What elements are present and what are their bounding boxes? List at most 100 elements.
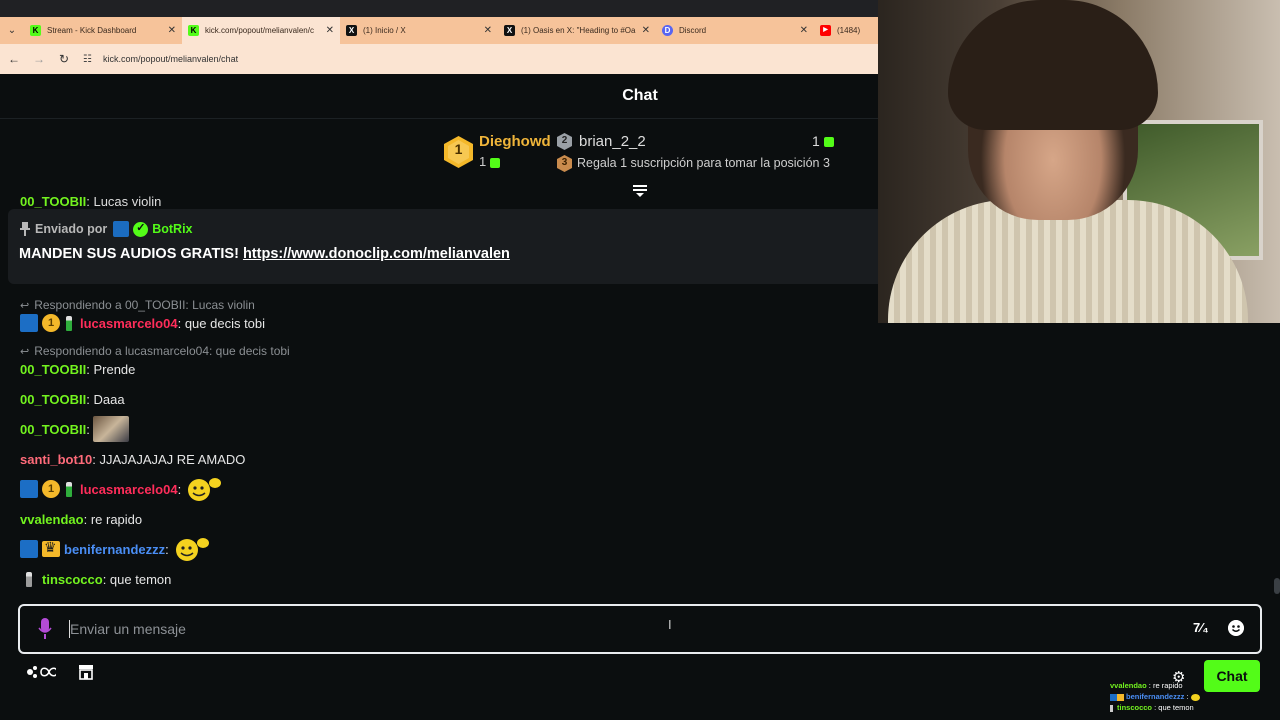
moderator-sword-icon — [20, 314, 38, 332]
bottle-badge-icon — [1110, 704, 1113, 712]
text-caret — [69, 620, 70, 638]
x-favicon-icon: X — [504, 25, 515, 36]
pinned-sender[interactable]: BotRix — [152, 222, 192, 236]
close-icon[interactable]: ✕ — [484, 25, 492, 36]
rank-3-number: 3 — [561, 157, 568, 168]
bottle-badge-icon — [66, 481, 72, 497]
microphone-icon[interactable] — [38, 618, 52, 640]
wave-emote-icon[interactable] — [185, 475, 223, 503]
wave-emote-icon[interactable] — [173, 535, 211, 563]
tab-title: Discord — [679, 26, 707, 35]
pinned-label: Enviado por — [35, 222, 108, 236]
rank-3-prompt[interactable]: Regala 1 suscripción para tomar la posic… — [577, 156, 830, 170]
forward-arrow-icon[interactable]: → — [28, 52, 50, 66]
message-username[interactable]: lucasmarcelo04 — [80, 316, 178, 331]
overlay-text: que temon — [1158, 703, 1194, 712]
url-field[interactable]: ☷ kick.com/popout/melianvalen/chat — [83, 48, 878, 70]
tab-search-chevron-icon[interactable]: ⌄ — [0, 17, 24, 44]
rank-1-number: 1 — [454, 141, 463, 157]
tab-kick-dashboard[interactable]: K Stream - Kick Dashboard ✕ — [24, 17, 182, 44]
gift-count: 1 — [812, 133, 820, 149]
close-icon[interactable]: ✕ — [800, 25, 808, 36]
tab-title: (1) Oasis en X: "Heading to #Oa — [521, 26, 636, 35]
message-username[interactable]: benifernandezzz — [64, 542, 165, 557]
chat-message: tinscocco: que temon — [20, 569, 171, 589]
message-username[interactable]: 00_TOOBII — [20, 392, 86, 407]
subscriber-badge-icon: 1 — [42, 314, 60, 332]
tab-title: kick.com/popout/melianvalen/c — [205, 26, 314, 35]
reply-context[interactable]: ↩ Respondiendo a lucasmarcelo04: que deci… — [20, 344, 290, 358]
image-emote[interactable] — [92, 416, 129, 442]
url-text: kick.com/popout/melianvalen/chat — [103, 54, 239, 64]
message-username[interactable]: 00_TOOBII — [20, 362, 86, 377]
moderator-sword-icon — [113, 221, 130, 237]
close-icon[interactable]: ✕ — [168, 25, 176, 36]
close-icon[interactable]: ✕ — [326, 25, 334, 36]
moderator-sword-icon — [20, 540, 38, 558]
chat-header-title: Chat — [622, 87, 658, 104]
tab-discord[interactable]: D Discord ✕ — [656, 17, 814, 44]
stream-chat-overlay: vvalendao : re rapido benifernandezzz : … — [1110, 680, 1200, 713]
message-username[interactable]: santi_bot10 — [20, 452, 92, 467]
pinned-header: Enviado por BotRix — [20, 221, 193, 237]
back-arrow-icon[interactable]: ← — [3, 52, 25, 66]
emoji-picker-icon[interactable] — [1228, 620, 1244, 636]
close-icon[interactable]: ✕ — [642, 25, 650, 36]
crown-badge-icon — [42, 539, 60, 557]
site-settings-icon[interactable]: ☷ — [83, 54, 97, 65]
pinned-text-body: MANDEN SUS AUDIOS GRATIS! — [19, 246, 239, 262]
reload-icon[interactable]: ↻ — [53, 52, 75, 66]
chat-app-lower — [0, 323, 1280, 720]
moderator-sword-icon — [20, 480, 38, 498]
tab-kick-chat[interactable]: K kick.com/popout/melianvalen/c ✕ — [182, 17, 340, 44]
kick-favicon-icon: K — [188, 25, 199, 36]
verified-icon — [133, 221, 149, 237]
overlay-username: tinscocco — [1117, 703, 1153, 712]
chat-message: 00_TOOBII: Prende — [20, 361, 136, 377]
message-username[interactable]: vvalendao — [20, 512, 84, 527]
reply-arrow-icon: ↩ — [20, 299, 30, 312]
crown-badge-icon — [1117, 693, 1124, 701]
chat-message: 1 lucasmarcelo04: — [20, 478, 223, 501]
top-gifter-name[interactable]: Dieghowd — [479, 133, 551, 150]
chat-message: 00_TOOBII: Daaa — [20, 391, 125, 407]
tab-strip: ⌄ K Stream - Kick Dashboard ✕ K kick.com… — [0, 17, 878, 44]
wave-emote-icon — [1190, 693, 1200, 701]
tab-youtube[interactable]: ▶ (1484) Soc — [814, 17, 868, 44]
reply-context[interactable]: ↩ Respondiendo a 00_TOOBII: Lucas violin — [20, 298, 255, 312]
header-divider — [0, 118, 878, 119]
message-username[interactable]: 00_TOOBII — [20, 194, 86, 208]
message-text: Lucas violin — [93, 194, 162, 208]
partial-message: 00_TOOBII: Lucas violin — [20, 194, 162, 208]
x-favicon-icon: X — [346, 25, 357, 36]
chat-message: benifernandezzz: — [20, 538, 211, 561]
subscriber-badge-icon: 1 — [42, 480, 60, 498]
message-username[interactable]: 00_TOOBII — [20, 422, 86, 437]
overlay-text: re rapido — [1152, 681, 1183, 690]
message-text: Daaa — [93, 391, 125, 407]
rank-2-number: 2 — [561, 135, 568, 146]
bottle-badge-icon — [26, 571, 32, 587]
second-gifter-name[interactable]: brian_2_2 — [579, 133, 646, 150]
address-bar: ← → ↻ ☷ kick.com/popout/melianvalen/chat — [0, 44, 878, 74]
pin-icon — [20, 222, 30, 236]
tab-x-inicio[interactable]: X (1) Inicio / X ✕ — [340, 17, 498, 44]
translate-icon[interactable]: 7⁄₄ — [1193, 620, 1211, 638]
message-username[interactable]: lucasmarcelo04 — [80, 482, 178, 497]
send-chat-button[interactable]: Chat — [1204, 660, 1260, 692]
top-gifter-count: 1 — [479, 154, 501, 169]
gift-icon — [823, 137, 834, 148]
chat-message: santi_bot10: JJAJAJAJAJ RE AMADO — [20, 451, 246, 467]
message-input[interactable] — [70, 616, 1170, 642]
store-icon[interactable] — [78, 664, 94, 680]
message-text: Prende — [93, 361, 136, 377]
points-infinity-icon[interactable] — [26, 664, 56, 680]
chat-message: vvalendao: re rapido — [20, 511, 143, 527]
scrollbar-thumb[interactable] — [1274, 578, 1280, 594]
chat-message: 1 lucasmarcelo04: que decis tobi — [20, 313, 265, 333]
message-username[interactable]: tinscocco — [42, 572, 103, 587]
bottle-badge-icon — [66, 315, 72, 331]
collapse-leaderboard-icon[interactable] — [632, 184, 648, 198]
pinned-link[interactable]: https://www.donoclip.com/melianvalen — [243, 246, 510, 262]
tab-x-oasis[interactable]: X (1) Oasis en X: "Heading to #Oa ✕ — [498, 17, 656, 44]
